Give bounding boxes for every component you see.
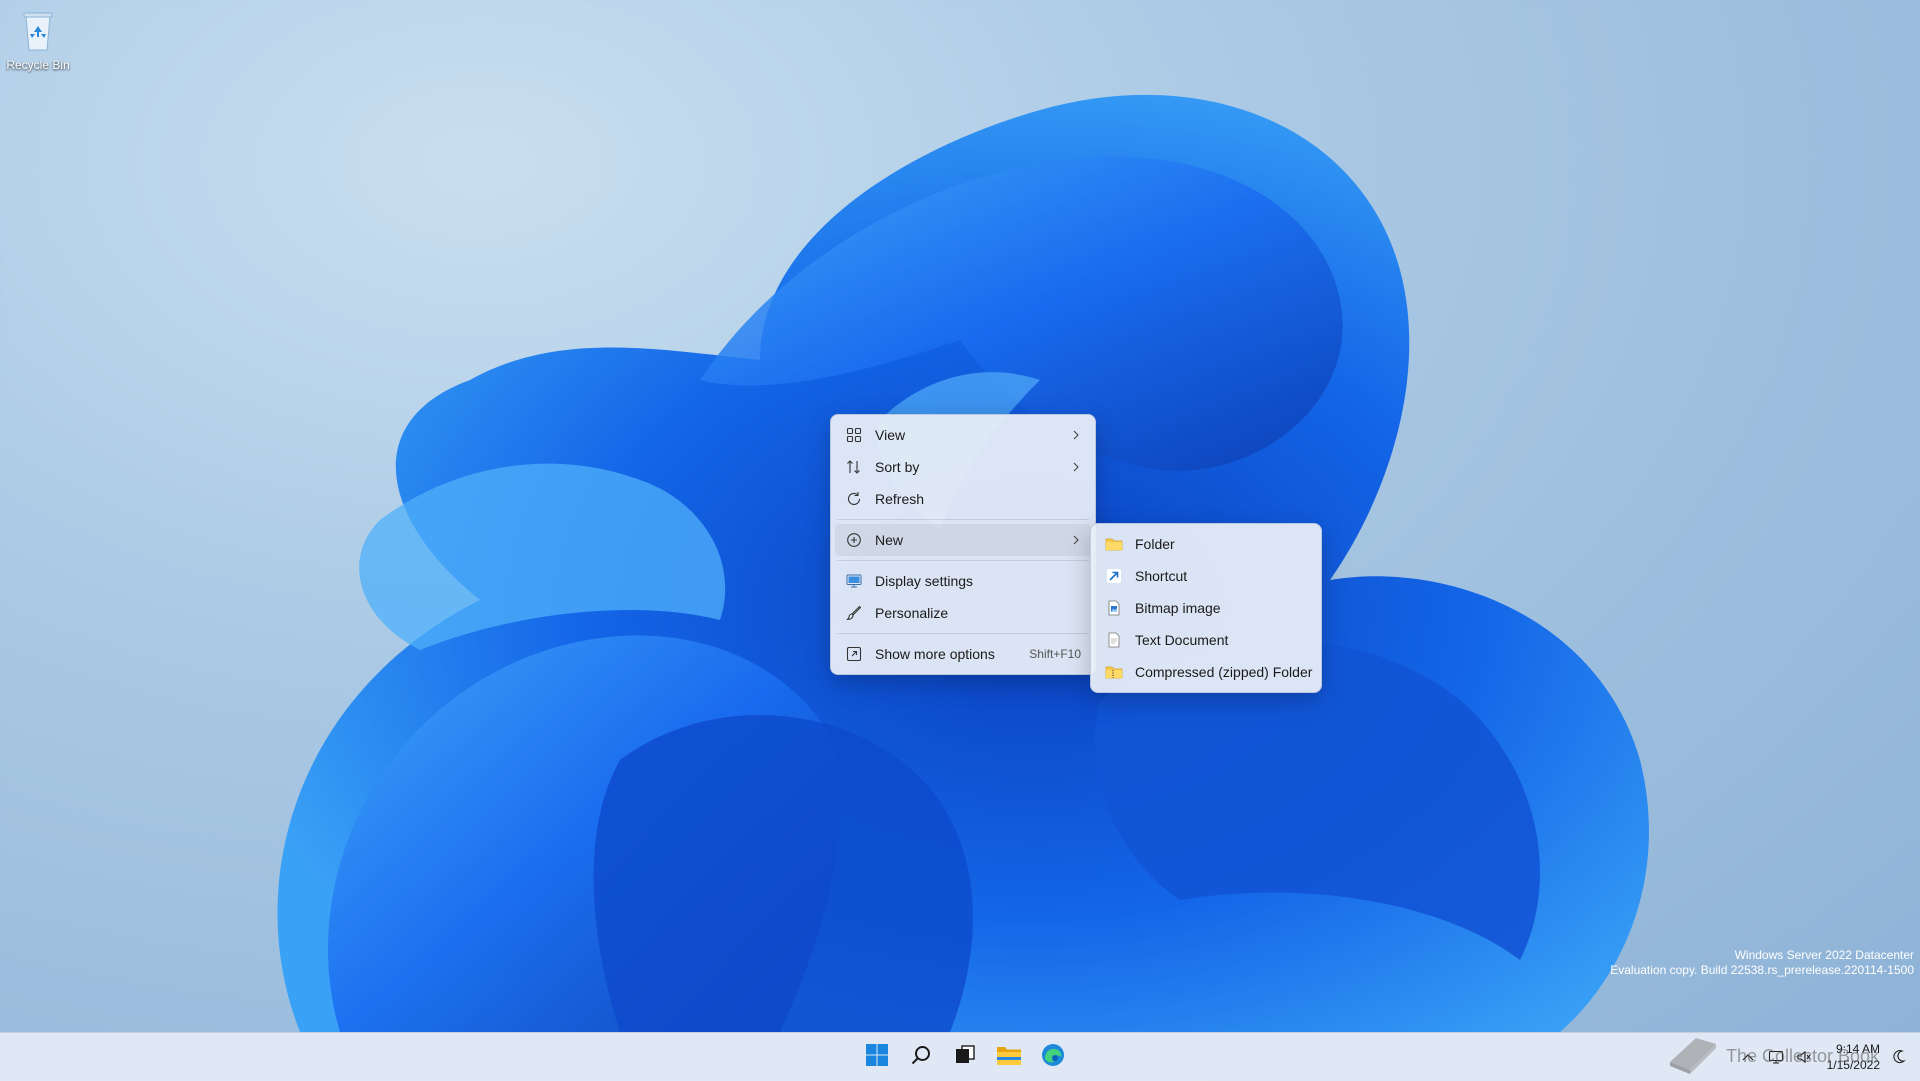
zip-folder-icon: [1105, 663, 1123, 681]
menu-item-display-settings[interactable]: Display settings: [835, 565, 1091, 597]
taskbar: 9:14 AM 1/15/2022: [0, 1032, 1920, 1081]
book-icon: [1666, 1032, 1720, 1081]
menu-item-show-more-options[interactable]: Show more options Shift+F10: [835, 638, 1091, 670]
text-document-icon: [1105, 631, 1123, 649]
chevron-right-icon: [1071, 461, 1081, 473]
start-icon: [865, 1043, 889, 1072]
bitmap-icon: [1105, 599, 1123, 617]
menu-item-new[interactable]: New: [835, 524, 1091, 556]
desktop-icon-recycle-bin[interactable]: Recycle Bin: [4, 8, 72, 72]
menu-separator: [837, 519, 1089, 520]
overlay-logo: The Collector Book: [1666, 1032, 1879, 1080]
menu-item-personalize[interactable]: Personalize: [835, 597, 1091, 629]
desktop[interactable]: Recycle Bin View Sort by Refresh New Dis…: [0, 0, 1920, 1032]
watermark-edition: Windows Server 2022 Datacenter: [1734, 948, 1914, 962]
plus-circle-icon: [845, 531, 863, 549]
desktop-context-menu: View Sort by Refresh New Display setting…: [830, 414, 1096, 675]
submenu-item-label: Bitmap image: [1135, 600, 1221, 616]
notifications-icon[interactable]: [1890, 1048, 1908, 1066]
new-submenu: Folder Shortcut Bitmap image Text Docume…: [1090, 523, 1322, 693]
submenu-item-label: Compressed (zipped) Folder: [1135, 664, 1313, 680]
overlay-logo-text: The Collector Book: [1726, 1045, 1880, 1066]
menu-item-refresh[interactable]: Refresh: [835, 483, 1091, 515]
refresh-icon: [845, 490, 863, 508]
search-button[interactable]: [899, 1037, 943, 1077]
sort-icon: [845, 458, 863, 476]
taskbar-apps: [855, 1033, 1075, 1081]
display-icon: [845, 572, 863, 590]
start-button[interactable]: [855, 1037, 899, 1077]
submenu-item-bitmap-image[interactable]: Bitmap image: [1095, 592, 1317, 624]
file-explorer-button[interactable]: [987, 1037, 1031, 1077]
desktop-icon-label: Recycle Bin: [6, 58, 70, 72]
menu-item-label: Personalize: [875, 605, 949, 621]
submenu-item-folder[interactable]: Folder: [1095, 528, 1317, 560]
folder-icon: [1105, 535, 1123, 553]
file-explorer-icon: [996, 1043, 1022, 1072]
menu-item-label: Sort by: [875, 459, 920, 475]
task-view-icon: [954, 1044, 976, 1071]
menu-item-label: Refresh: [875, 491, 925, 507]
submenu-item-compressed-folder[interactable]: Compressed (zipped) Folder: [1095, 656, 1317, 688]
windows-version-watermark: Windows Server 2022 Datacenter Evaluatio…: [1610, 948, 1914, 978]
menu-item-label: Display settings: [875, 573, 974, 589]
menu-item-label: Show more options: [875, 646, 995, 662]
menu-separator: [837, 560, 1089, 561]
watermark-build: Evaluation copy. Build 22538.rs_prerelea…: [1610, 963, 1914, 977]
submenu-item-label: Text Document: [1135, 632, 1229, 648]
submenu-item-label: Shortcut: [1135, 568, 1188, 584]
brush-icon: [845, 604, 863, 622]
chevron-right-icon: [1071, 429, 1081, 441]
grid-icon: [845, 426, 863, 444]
edge-icon: [1041, 1043, 1065, 1072]
expand-icon: [845, 645, 863, 663]
search-icon: [910, 1044, 932, 1071]
submenu-item-shortcut[interactable]: Shortcut: [1095, 560, 1317, 592]
menu-item-view[interactable]: View: [835, 419, 1091, 451]
chevron-right-icon: [1071, 534, 1081, 546]
shortcut-hint: Shift+F10: [1029, 647, 1081, 661]
menu-item-sort-by[interactable]: Sort by: [835, 451, 1091, 483]
menu-separator: [837, 633, 1089, 634]
submenu-item-text-document[interactable]: Text Document: [1095, 624, 1317, 656]
submenu-item-label: Folder: [1135, 536, 1175, 552]
edge-button[interactable]: [1031, 1037, 1075, 1077]
recycle-bin-icon: [18, 8, 58, 52]
shortcut-icon: [1105, 567, 1123, 585]
menu-item-label: View: [875, 427, 906, 443]
menu-item-label: New: [875, 532, 904, 548]
task-view-button[interactable]: [943, 1037, 987, 1077]
